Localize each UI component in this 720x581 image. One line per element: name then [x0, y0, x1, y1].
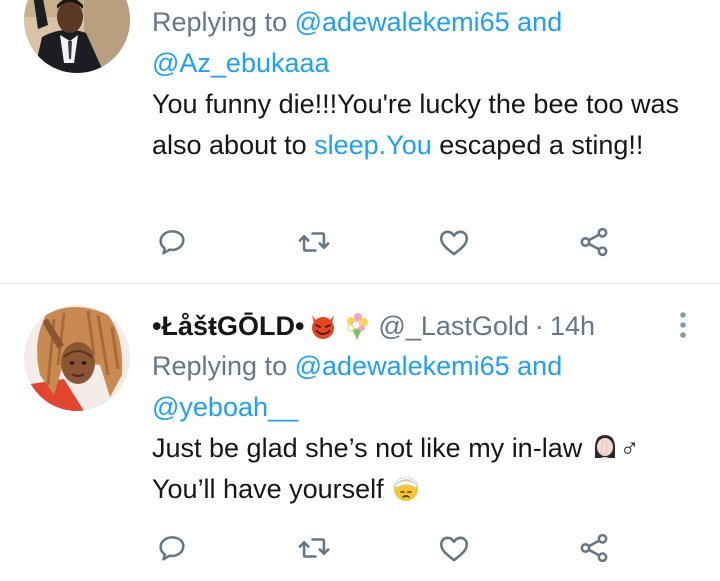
- user-avatar[interactable]: [24, 305, 130, 411]
- user-avatar[interactable]: [24, 0, 130, 73]
- tweet-actions: [0, 528, 720, 568]
- tweet-text: You funny die!!!You're lucky the bee too…: [152, 84, 696, 166]
- replying-to: Replying to @adewalekemi65 and @yeboah__: [152, 346, 696, 428]
- tweet-timestamp[interactable]: 14h: [550, 311, 595, 342]
- like-button[interactable]: [434, 222, 474, 262]
- retweet-button[interactable]: [294, 528, 334, 568]
- tweet-text-part: escaped a sting!!: [431, 130, 644, 160]
- tweet-reply-1[interactable]: Replying to @adewalekemi65 and @Az_ebuka…: [0, 0, 720, 283]
- mention-link[interactable]: @adewalekemi65: [295, 7, 510, 37]
- mention-link[interactable]: @adewalekemi65: [295, 351, 510, 381]
- tweet-header: •ŁåšŧGŌLD• @_LastGold · 14h: [152, 306, 696, 346]
- avatar-woman-braids-icon: [24, 305, 130, 411]
- replying-to: Replying to @adewalekemi65 and @Az_ebuka…: [152, 2, 696, 84]
- tweet-text-line: Just be glad she’s not like my in-law: [152, 433, 583, 463]
- smiling-devil-emoji-icon: [312, 315, 335, 339]
- reply-icon: [159, 536, 185, 561]
- tweet-reply-2[interactable]: •ŁåšŧGŌLD• @_LastGold · 14h Replying to …: [0, 284, 720, 581]
- tweet-text-line: You’ll have yourself: [152, 474, 384, 504]
- replying-and: and: [517, 351, 563, 381]
- like-button[interactable]: [434, 528, 474, 568]
- avatar-man-raising-hand-icon: [24, 0, 130, 73]
- male-sign: ♂: [619, 433, 640, 463]
- mention-link[interactable]: @yeboah__: [152, 392, 298, 422]
- separator-dot: ·: [534, 310, 544, 341]
- mention-link[interactable]: @Az_ebukaaa: [152, 48, 330, 78]
- retweet-button[interactable]: [294, 222, 334, 262]
- tweet-actions: [0, 222, 720, 262]
- share-icon: [580, 227, 608, 257]
- reply-icon: [159, 230, 185, 255]
- tweet-link[interactable]: sleep.You: [314, 130, 432, 160]
- retweet-icon: [298, 538, 330, 558]
- tweet-content: •ŁåšŧGŌLD• @_LastGold · 14h Replying to …: [152, 306, 696, 510]
- share-button[interactable]: [574, 528, 614, 568]
- more-vertical-icon[interactable]: [678, 310, 688, 340]
- bouquet-emoji-icon: [347, 313, 369, 340]
- replying-and: and: [517, 7, 563, 37]
- user-handle[interactable]: @_LastGold: [378, 311, 529, 342]
- tweet-content: Replying to @adewalekemi65 and @Az_ebuka…: [152, 2, 696, 166]
- reply-button[interactable]: [152, 222, 192, 262]
- share-icon: [580, 533, 608, 563]
- retweet-icon: [298, 232, 330, 252]
- face-with-head-bandage-emoji-icon: [394, 476, 419, 501]
- woman-facepalming-emoji-icon: [594, 435, 615, 462]
- reply-button[interactable]: [152, 528, 192, 568]
- replying-prefix: Replying to: [152, 7, 288, 37]
- heart-icon: [439, 230, 469, 256]
- heart-icon: [439, 536, 469, 562]
- tweet-text: Just be glad she’s not like my in-law ♂ …: [152, 428, 696, 510]
- display-name[interactable]: •ŁåšŧGŌLD•: [152, 311, 304, 342]
- replying-prefix: Replying to: [152, 351, 288, 381]
- share-button[interactable]: [574, 222, 614, 262]
